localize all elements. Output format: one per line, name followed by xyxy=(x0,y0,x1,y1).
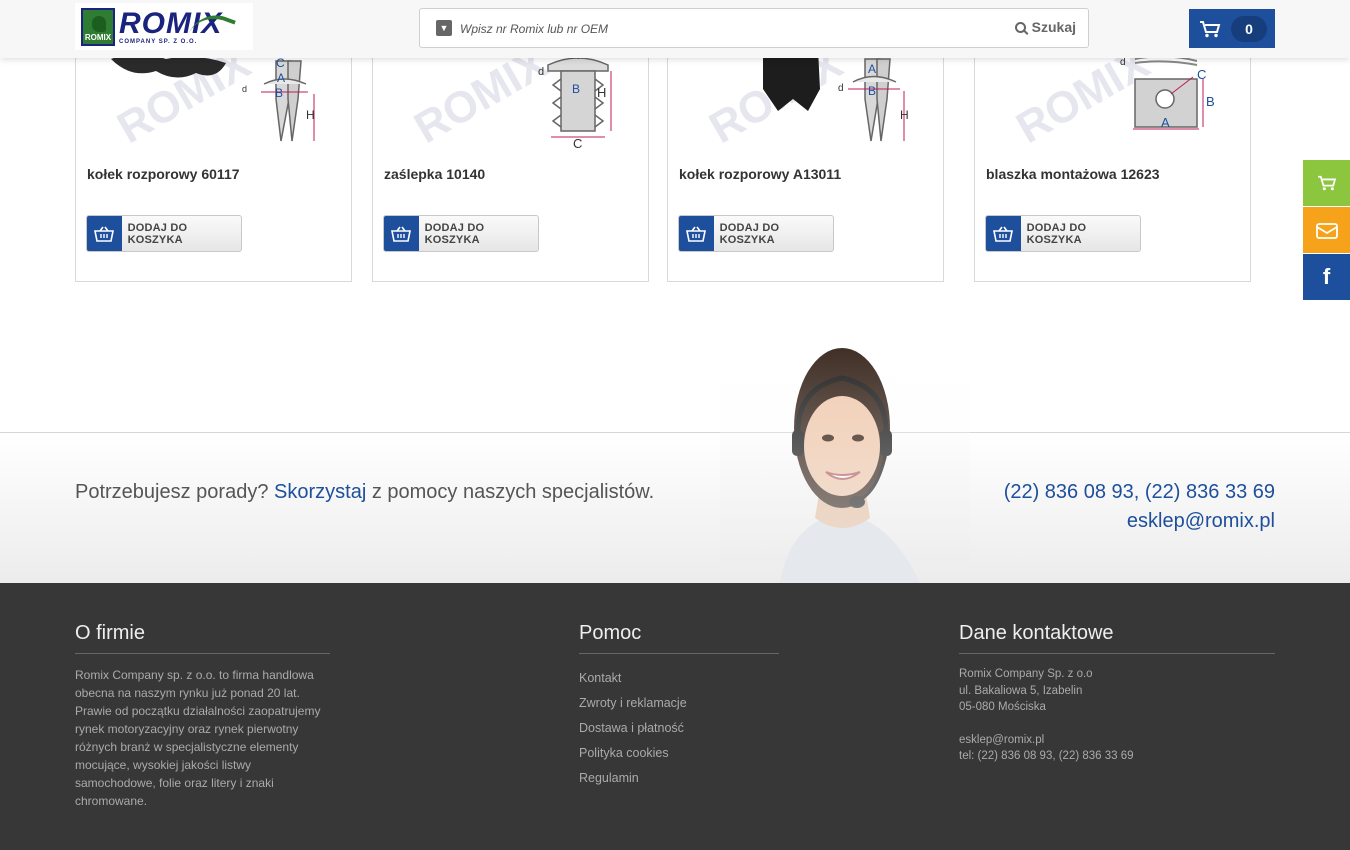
logo-emblem: ROMIX xyxy=(81,7,115,46)
cart-button[interactable]: 0 xyxy=(1189,9,1275,48)
add-to-cart-label: DODAJ DO KOSZYKA xyxy=(127,221,188,246)
help-link[interactable]: Skorzystaj xyxy=(274,481,366,503)
product-image[interactable]: ROMIX A d B H C xyxy=(373,49,648,149)
footer-city: 05-080 Mościska xyxy=(959,701,1046,713)
svg-text:H: H xyxy=(900,108,909,122)
site-header: ROMIX ROMIX COMPANY SP. Z O.O. ▼ Szukaj … xyxy=(0,0,1350,58)
product-image[interactable]: ROMIX A d B H xyxy=(668,49,943,149)
add-to-cart-button[interactable]: DODAJ DO KOSZYKA xyxy=(678,215,834,252)
footer-contact: Dane kontaktowe Romix Company Sp. z o.o … xyxy=(959,622,1275,765)
footer-about: O firmie Romix Company sp. z o.o. to fir… xyxy=(75,622,330,810)
search-icon xyxy=(1014,21,1026,33)
footer-contact-heading: Dane kontaktowe xyxy=(959,622,1275,654)
svg-text:B: B xyxy=(275,86,283,100)
svg-text:d: d xyxy=(838,83,844,94)
help-email[interactable]: esklep@romix.pl xyxy=(1127,510,1275,533)
svg-text:H: H xyxy=(306,108,315,122)
footer-help: Pomoc Kontakt Zwroty i reklamacje Dostaw… xyxy=(579,622,779,791)
svg-text:C: C xyxy=(1197,67,1206,82)
svg-text:d: d xyxy=(538,66,544,78)
footer-street: ul. Bakaliowa 5, Izabelin xyxy=(959,684,1083,697)
footer-phone: tel: (22) 836 08 93, (22) 836 33 69 xyxy=(959,750,1134,762)
site-footer: O firmie Romix Company sp. z o.o. to fir… xyxy=(0,583,1350,850)
cart-icon xyxy=(1200,20,1221,37)
facebook-icon: f xyxy=(1322,264,1331,289)
svg-text:A: A xyxy=(1161,115,1170,130)
footer-email[interactable]: esklep@romix.pl xyxy=(959,732,1275,749)
search-button[interactable]: Szukaj xyxy=(1014,19,1076,35)
svg-text:A: A xyxy=(277,71,285,85)
basket-icon xyxy=(384,216,419,251)
logo-mark-text: ROMIX xyxy=(84,32,112,42)
footer-help-heading: Pomoc xyxy=(579,622,779,654)
svg-text:C: C xyxy=(276,56,285,70)
help-band xyxy=(0,432,1350,583)
svg-text:B: B xyxy=(572,82,580,96)
svg-text:H: H xyxy=(597,85,606,100)
romix-logo[interactable]: ROMIX ROMIX COMPANY SP. Z O.O. xyxy=(75,3,253,50)
add-to-cart-button[interactable]: DODAJ DO KOSZYKA xyxy=(86,215,242,252)
add-to-cart-button[interactable]: DODAJ DO KOSZYKA xyxy=(985,215,1141,252)
product-title[interactable]: blaszka montażowa 12623 xyxy=(986,166,1160,182)
side-facebook-button[interactable]: f xyxy=(1303,254,1350,300)
product-grid: ROMIX C A d B H kołek rozporowy 60117 DO… xyxy=(75,48,1251,282)
search-bar: ▼ Szukaj xyxy=(419,8,1089,48)
add-to-cart-label: DODAJ DO KOSZYKA xyxy=(424,221,485,246)
footer-link-cookies[interactable]: Polityka cookies xyxy=(579,741,779,766)
footer-about-heading: O firmie xyxy=(75,622,330,654)
svg-text:B: B xyxy=(1206,94,1215,109)
add-to-cart-label: DODAJ DO KOSZYKA xyxy=(719,221,780,246)
product-title[interactable]: kołek rozporowy 60117 xyxy=(87,166,240,182)
product-title[interactable]: zaślepka 10140 xyxy=(384,166,485,182)
product-card[interactable]: ROMIX C A d B H kołek rozporowy 60117 DO… xyxy=(75,48,352,282)
help-text-end: z pomocy naszych specjalistów. xyxy=(366,481,655,503)
chevron-down-icon[interactable]: ▼ xyxy=(436,20,452,36)
product-card[interactable]: ROMIX d C B A blaszka montażowa 12623 DO… xyxy=(974,48,1251,282)
product-title[interactable]: kołek rozporowy A13011 xyxy=(679,166,841,182)
footer-link-delivery[interactable]: Dostawa i płatność xyxy=(579,716,779,741)
product-image[interactable]: ROMIX d C B A xyxy=(975,49,1250,149)
cart-count-badge: 0 xyxy=(1231,15,1267,42)
product-image[interactable]: ROMIX C A d B H xyxy=(76,49,351,149)
search-input[interactable] xyxy=(460,17,1000,41)
svg-text:C: C xyxy=(573,136,582,149)
svg-text:B: B xyxy=(868,84,876,98)
cart-icon xyxy=(1317,175,1336,191)
help-phones[interactable]: (22) 836 08 93, (22) 836 33 69 xyxy=(1004,481,1275,504)
help-text: Potrzebujesz porady? Skorzystaj z pomocy… xyxy=(75,481,654,504)
footer-link-returns[interactable]: Zwroty i reklamacje xyxy=(579,691,779,716)
svg-text:d: d xyxy=(1120,57,1126,68)
basket-icon xyxy=(986,216,1021,251)
footer-company: Romix Company Sp. z o.o xyxy=(959,668,1093,680)
add-to-cart-label: DODAJ DO KOSZYKA xyxy=(1026,221,1087,246)
product-card[interactable]: ROMIX A d B H C zaślepka 10140 DODAJ DO … xyxy=(372,48,649,282)
help-text-start: Potrzebujesz porady? xyxy=(75,481,275,503)
side-cart-button[interactable] xyxy=(1303,160,1350,206)
add-to-cart-button[interactable]: DODAJ DO KOSZYKA xyxy=(383,215,539,252)
svg-text:ROMIX: ROMIX xyxy=(406,49,555,149)
basket-icon xyxy=(679,216,714,251)
footer-link-kontakt[interactable]: Kontakt xyxy=(579,666,779,691)
support-agent-photo xyxy=(720,338,970,583)
footer-link-terms[interactable]: Regulamin xyxy=(579,766,779,791)
footer-about-text: Romix Company sp. z o.o. to firma handlo… xyxy=(75,668,321,808)
svg-text:d: d xyxy=(242,84,247,94)
search-button-label: Szukaj xyxy=(1031,19,1076,35)
svg-text:A: A xyxy=(868,62,876,76)
product-card[interactable]: ROMIX A d B H kołek rozporowy A13011 DOD… xyxy=(667,48,944,282)
envelope-icon xyxy=(1315,223,1338,239)
side-mail-button[interactable] xyxy=(1303,207,1350,253)
basket-icon xyxy=(87,216,122,251)
